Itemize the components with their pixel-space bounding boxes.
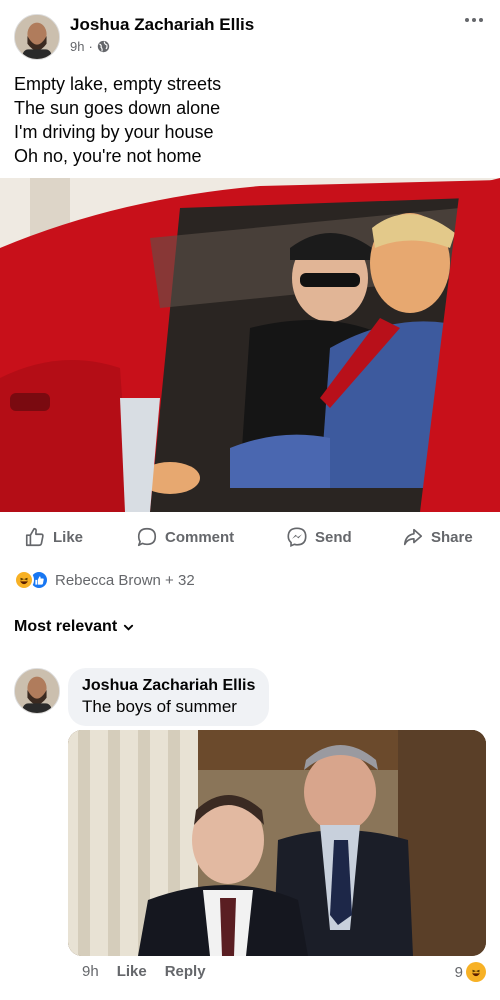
more-options-icon[interactable] <box>460 10 488 30</box>
haha-icon <box>466 962 486 982</box>
sort-label: Most relevant <box>14 618 118 635</box>
reactions-summary[interactable]: Rebecca Brown + 32 <box>14 568 195 592</box>
comment-reaction-count: 9 <box>454 963 463 981</box>
post-meta: 9h · <box>70 39 110 54</box>
messenger-icon <box>287 527 307 547</box>
post-header: Joshua Zachariah Ellis 9h · <box>0 0 500 64</box>
share-label: Share <box>431 528 473 546</box>
post-text-line: I'm driving by your house <box>14 122 214 142</box>
post-text: Empty lake, empty streets The sun goes d… <box>14 72 484 168</box>
comment-time[interactable]: 9h <box>82 963 99 980</box>
post-actions: Like Comment Send Share <box>0 518 500 558</box>
comment-text: The boys of summer <box>82 697 237 716</box>
share-button[interactable]: Share <box>402 526 473 548</box>
post-photo[interactable] <box>0 178 500 512</box>
haha-icon <box>14 570 34 590</box>
chevron-down-icon <box>124 624 134 631</box>
comment-label: Comment <box>165 528 235 546</box>
comment-bubble: Joshua Zachariah Ellis The boys of summe… <box>68 668 270 726</box>
comment-button[interactable]: Comment <box>136 526 234 548</box>
author-avatar[interactable] <box>14 14 60 60</box>
reactions-summary-text: Rebecca Brown + 32 <box>55 571 195 589</box>
post-time[interactable]: 9h <box>70 39 84 54</box>
meta-separator: · <box>88 39 93 54</box>
send-button[interactable]: Send <box>286 526 352 548</box>
comment-reply-button[interactable]: Reply <box>165 963 206 980</box>
commenter-avatar[interactable] <box>14 668 60 714</box>
comment-sort-dropdown[interactable]: Most relevant <box>14 618 134 636</box>
post-text-line: Empty lake, empty streets <box>14 74 222 94</box>
send-label: Send <box>315 528 352 546</box>
like-button[interactable]: Like <box>24 526 83 548</box>
thumbs-up-icon <box>25 527 44 547</box>
comment-reactions[interactable]: 9 <box>455 962 486 982</box>
post-text-line: Oh no, you're not home <box>14 146 202 166</box>
comment-like-button[interactable]: Like <box>117 963 147 980</box>
globe-icon <box>97 40 109 53</box>
comment-meta: 9h Like Reply <box>82 963 206 980</box>
post-author-name[interactable]: Joshua Zachariah Ellis <box>70 15 254 35</box>
share-arrow-icon <box>403 528 423 546</box>
comment-author-name[interactable]: Joshua Zachariah Ellis <box>82 676 255 696</box>
comment-photo[interactable] <box>68 730 486 956</box>
like-label: Like <box>53 528 84 546</box>
post-text-line: The sun goes down alone <box>14 98 221 118</box>
comment-bubble-icon <box>137 527 157 547</box>
